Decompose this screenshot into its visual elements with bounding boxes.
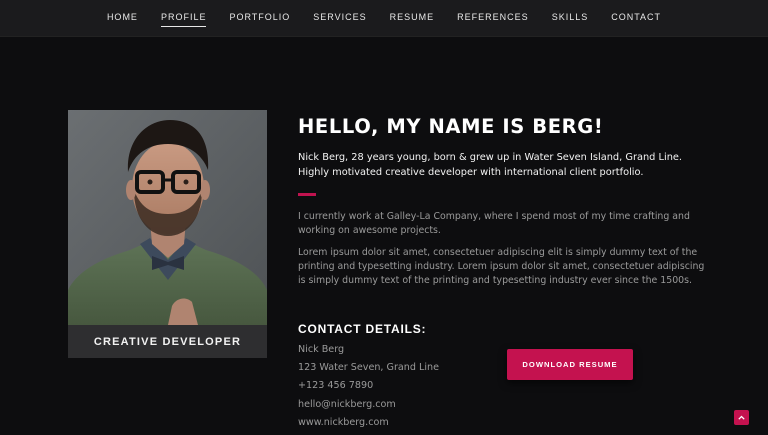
top-navbar: HOME PROFILE PORTFOLIO SERVICES RESUME R… xyxy=(0,0,768,37)
chevron-up-icon xyxy=(738,415,745,420)
contact-email[interactable]: hello@nickberg.com xyxy=(298,396,498,414)
back-to-top-button[interactable] xyxy=(734,410,749,425)
intro-paragraph-2: Lorem ipsum dolor sit amet, consectetuer… xyxy=(298,247,705,286)
nav-item-portfolio[interactable]: PORTFOLIO xyxy=(218,12,302,22)
download-resume-button[interactable]: DOWNLOAD RESUME xyxy=(507,349,633,380)
nav-item-contact[interactable]: CONTACT xyxy=(600,12,673,22)
contact-details: CONTACT DETAILS: Nick Berg 123 Water Sev… xyxy=(298,321,498,432)
contact-lines: Nick Berg 123 Water Seven, Grand Line +1… xyxy=(298,341,498,432)
contact-phone: +123 456 7890 xyxy=(298,380,374,392)
contact-name: Nick Berg xyxy=(298,344,345,355)
intro-section: HELLO, MY NAME IS BERG! Nick Berg, 28 ye… xyxy=(298,110,708,288)
contact-title: CONTACT DETAILS: xyxy=(298,322,427,336)
nav-item-skills[interactable]: SKILLS xyxy=(540,12,600,22)
nav-menu: HOME PROFILE PORTFOLIO SERVICES RESUME R… xyxy=(0,0,768,34)
page-title: HELLO, MY NAME IS BERG! xyxy=(298,115,604,138)
nav-item-references[interactable]: REFERENCES xyxy=(446,12,541,22)
nav-item-resume[interactable]: RESUME xyxy=(378,12,446,22)
nav-item-services[interactable]: SERVICES xyxy=(302,12,378,22)
nav-item-profile[interactable]: PROFILE xyxy=(149,12,218,27)
contact-website[interactable]: www.nickberg.com xyxy=(298,414,498,432)
profile-photo-card: CREATIVE DEVELOPER xyxy=(68,110,267,358)
accent-divider xyxy=(298,193,316,196)
intro-paragraph-1: I currently work at Galley-La Company, w… xyxy=(298,211,690,236)
nav-item-home[interactable]: HOME xyxy=(95,12,149,22)
contact-address: 123 Water Seven, Grand Line xyxy=(298,362,439,374)
profile-photo xyxy=(68,110,267,325)
profile-role-caption: CREATIVE DEVELOPER xyxy=(68,325,267,358)
intro-lead: Nick Berg, 28 years young, born & grew u… xyxy=(298,152,683,178)
